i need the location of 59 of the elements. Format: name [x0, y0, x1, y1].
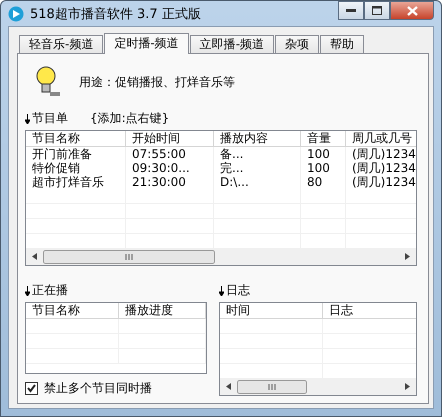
tab[interactable]: 轻音乐-频道: [19, 35, 104, 53]
lightbulb-icon: [35, 65, 61, 99]
scroll-thumb[interactable]: [43, 250, 215, 264]
close-button[interactable]: [390, 1, 434, 20]
tab[interactable]: 立即播-频道: [190, 35, 274, 53]
table-cell: 备...: [214, 147, 301, 161]
down-arrow-icon: [219, 286, 224, 296]
list-row[interactable]: 超市打烊音乐 21:30:00 D:\... 80 (周几)1234: [26, 175, 416, 189]
section-label: 节目单: [32, 110, 68, 127]
app-icon: [8, 6, 24, 22]
window-title: 518超市播音软件 3.7 正式版: [30, 6, 201, 22]
column-header[interactable]: 播放内容: [214, 131, 301, 146]
list-row[interactable]: 开门前准备 07:55:00 备... 100 (周几)1234: [26, 147, 416, 161]
table-cell: 07:55:00: [126, 147, 214, 161]
horizontal-scrollbar[interactable]: [26, 248, 416, 265]
column-header[interactable]: 周几或几号: [346, 131, 416, 146]
down-arrow-icon: [25, 114, 30, 124]
down-arrow-icon: [25, 286, 30, 296]
table-cell: 21:30:00: [126, 175, 214, 189]
table-cell: (周几)1234: [346, 161, 416, 175]
section-label: 日志: [226, 282, 250, 299]
table-cell: 09:30:0...: [126, 161, 214, 175]
table-cell: 100: [301, 147, 346, 161]
maximize-icon: [372, 6, 382, 15]
minimize-icon: [346, 9, 356, 12]
table-cell: 超市打烊音乐: [26, 175, 126, 189]
tab[interactable]: 杂项: [275, 35, 320, 53]
purpose-text: 用途：促销播报、打烊音乐等: [79, 74, 235, 90]
maximize-button[interactable]: [364, 1, 390, 20]
column-header[interactable]: 播放进度: [119, 303, 206, 318]
column-header[interactable]: 节目名称: [26, 303, 119, 318]
left-arrow-icon[interactable]: [226, 383, 231, 390]
table-cell: D:\...: [214, 175, 301, 189]
close-icon: [406, 6, 418, 16]
checkbox[interactable]: [25, 382, 38, 395]
section-label: 正在播: [32, 282, 68, 299]
right-arrow-icon[interactable]: [405, 253, 410, 260]
table-cell: 80: [301, 175, 346, 189]
table-cell: 特价促销: [26, 161, 126, 175]
table-cell: 100: [301, 161, 346, 175]
left-arrow-icon[interactable]: [32, 253, 37, 260]
column-header[interactable]: 时间: [220, 303, 323, 318]
table-cell: 开门前准备: [26, 147, 126, 161]
column-header[interactable]: 开始时间: [126, 131, 214, 146]
tab[interactable]: 帮助: [320, 35, 364, 53]
column-header[interactable]: 日志: [323, 303, 416, 318]
right-arrow-icon[interactable]: [405, 383, 410, 390]
table-cell: 完...: [214, 161, 301, 175]
no-simultaneous-checkbox[interactable]: 禁止多个节目同时播: [25, 380, 207, 397]
list-row[interactable]: 特价促销 09:30:0... 完... 100 (周几)1234: [26, 161, 416, 175]
column-header[interactable]: 节目名称: [26, 131, 126, 146]
column-header[interactable]: 音量: [301, 131, 346, 146]
horizontal-scrollbar[interactable]: [220, 378, 416, 395]
hint-text: {添加:点右键}: [90, 110, 170, 127]
tab[interactable]: 定时播-频道: [104, 33, 189, 54]
minimize-button[interactable]: [338, 1, 364, 20]
table-cell: (周几)1234: [346, 175, 416, 189]
scroll-thumb[interactable]: [237, 380, 307, 394]
table-cell: (周几)1234: [346, 147, 416, 161]
